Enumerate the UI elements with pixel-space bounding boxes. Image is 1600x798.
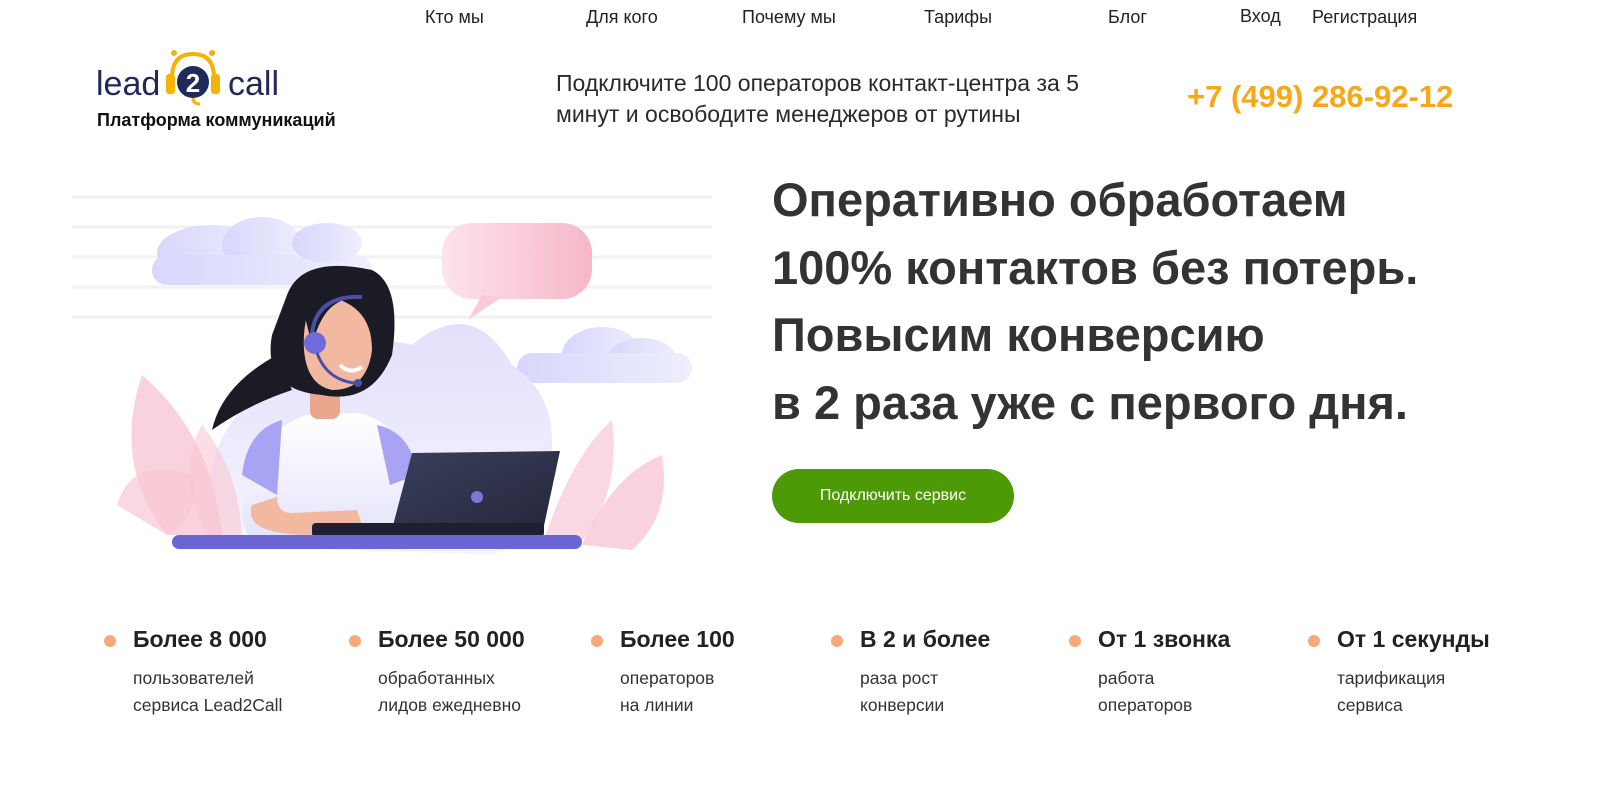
bullet-dot-icon <box>349 635 361 647</box>
stat-desc-line: сервиса <box>1337 695 1403 715</box>
stat-desc-line: работа <box>1098 668 1155 688</box>
stat-description: обработанных лидов ежедневно <box>378 665 525 719</box>
nav-link-for-whom[interactable]: Для кого <box>586 7 658 28</box>
header-slogan: Подключите 100 операторов контакт-центра… <box>556 68 1116 130</box>
phone-number-link[interactable]: +7 (499) 286-92-12 <box>1187 79 1453 115</box>
stats-row: Более 8 000 пользователей сервиса Lead2C… <box>0 626 1600 726</box>
nav-link-register[interactable]: Регистрация <box>1312 7 1417 28</box>
stat-description: операторов на линии <box>620 665 735 719</box>
nav-link-login[interactable]: Вход <box>1240 6 1281 27</box>
hero-headline-line: Повысим конверсию <box>772 308 1265 361</box>
logo-tagline: Платформа коммуникаций <box>97 110 336 130</box>
stat-desc-line: конверсии <box>860 695 945 715</box>
stat-number: Более 50 000 <box>378 626 525 652</box>
logo-badge-text: 2 <box>186 68 200 98</box>
stat-desc-line: пользователей <box>133 668 254 688</box>
stat-desc-line: сервиса Lead2Call <box>133 695 283 715</box>
stat-desc-line: операторов <box>620 668 715 688</box>
stat-description: пользователей сервиса Lead2Call <box>133 665 282 719</box>
nav-link-tariffs[interactable]: Тарифы <box>924 7 992 28</box>
stat-number: Более 100 <box>620 626 735 652</box>
stat-desc-line: обработанных <box>378 668 495 688</box>
stat-description: раза рост конверсии <box>860 665 990 719</box>
stat-item: От 1 секунды тарификация сервиса <box>1308 626 1490 719</box>
headset-logo-icon: lead 2 call <box>96 50 279 106</box>
stat-description: тарификация сервиса <box>1337 665 1490 719</box>
stat-desc-line: раза рост <box>860 668 939 688</box>
logo-text-right: call <box>228 65 279 103</box>
bullet-dot-icon <box>104 635 116 647</box>
stat-item: От 1 звонка работа операторов <box>1069 626 1231 719</box>
stat-number: Более 8 000 <box>133 626 267 652</box>
site-logo[interactable]: lead 2 call Платформа коммуникаций <box>96 48 366 138</box>
slogan-line: минут и освободите менеджеров от рутины <box>556 101 1021 127</box>
stat-desc-line: на линии <box>620 695 694 715</box>
bullet-dot-icon <box>1069 635 1081 647</box>
stat-description: работа операторов <box>1098 665 1230 719</box>
stat-desc-line: лидов ежедневно <box>378 695 521 715</box>
logo-text-left: lead <box>96 65 160 103</box>
hero-headline-line: в 2 раза уже с первого дня. <box>772 375 1408 429</box>
nav-link-why-us[interactable]: Почему мы <box>742 7 836 28</box>
bullet-dot-icon <box>591 635 603 647</box>
stat-item: Более 100 операторов на линии <box>591 626 735 719</box>
stat-number: От 1 секунды <box>1337 626 1490 652</box>
stat-number: От 1 звонка <box>1098 626 1231 652</box>
stat-item: Более 50 000 обработанных лидов ежедневн… <box>349 626 525 719</box>
nav-link-blog[interactable]: Блог <box>1108 7 1147 28</box>
top-navigation: Кто мы Для кого Почему мы Тарифы Блог Вх… <box>0 0 1600 36</box>
slogan-line: Подключите 100 операторов контакт-центра… <box>556 70 1079 96</box>
stat-desc-line: операторов <box>1098 695 1193 715</box>
hero-headline-line: 100% контактов без потерь. <box>772 240 1419 294</box>
stat-item: Более 8 000 пользователей сервиса Lead2C… <box>104 626 282 719</box>
bullet-dot-icon <box>831 635 843 647</box>
hero-headline-line: Оперативно обработаем <box>772 173 1348 226</box>
connect-service-button[interactable]: Подключить сервис <box>772 469 1014 523</box>
nav-link-about[interactable]: Кто мы <box>425 7 484 28</box>
hero-headline: Оперативно обработаем 100% контактов без… <box>772 166 1572 436</box>
bullet-dot-icon <box>1308 635 1320 647</box>
stat-number: В 2 и более <box>860 626 991 652</box>
stat-item: В 2 и более раза рост конверсии <box>831 626 991 719</box>
stat-desc-line: тарификация <box>1337 668 1446 688</box>
operator-illustration <box>72 175 712 570</box>
